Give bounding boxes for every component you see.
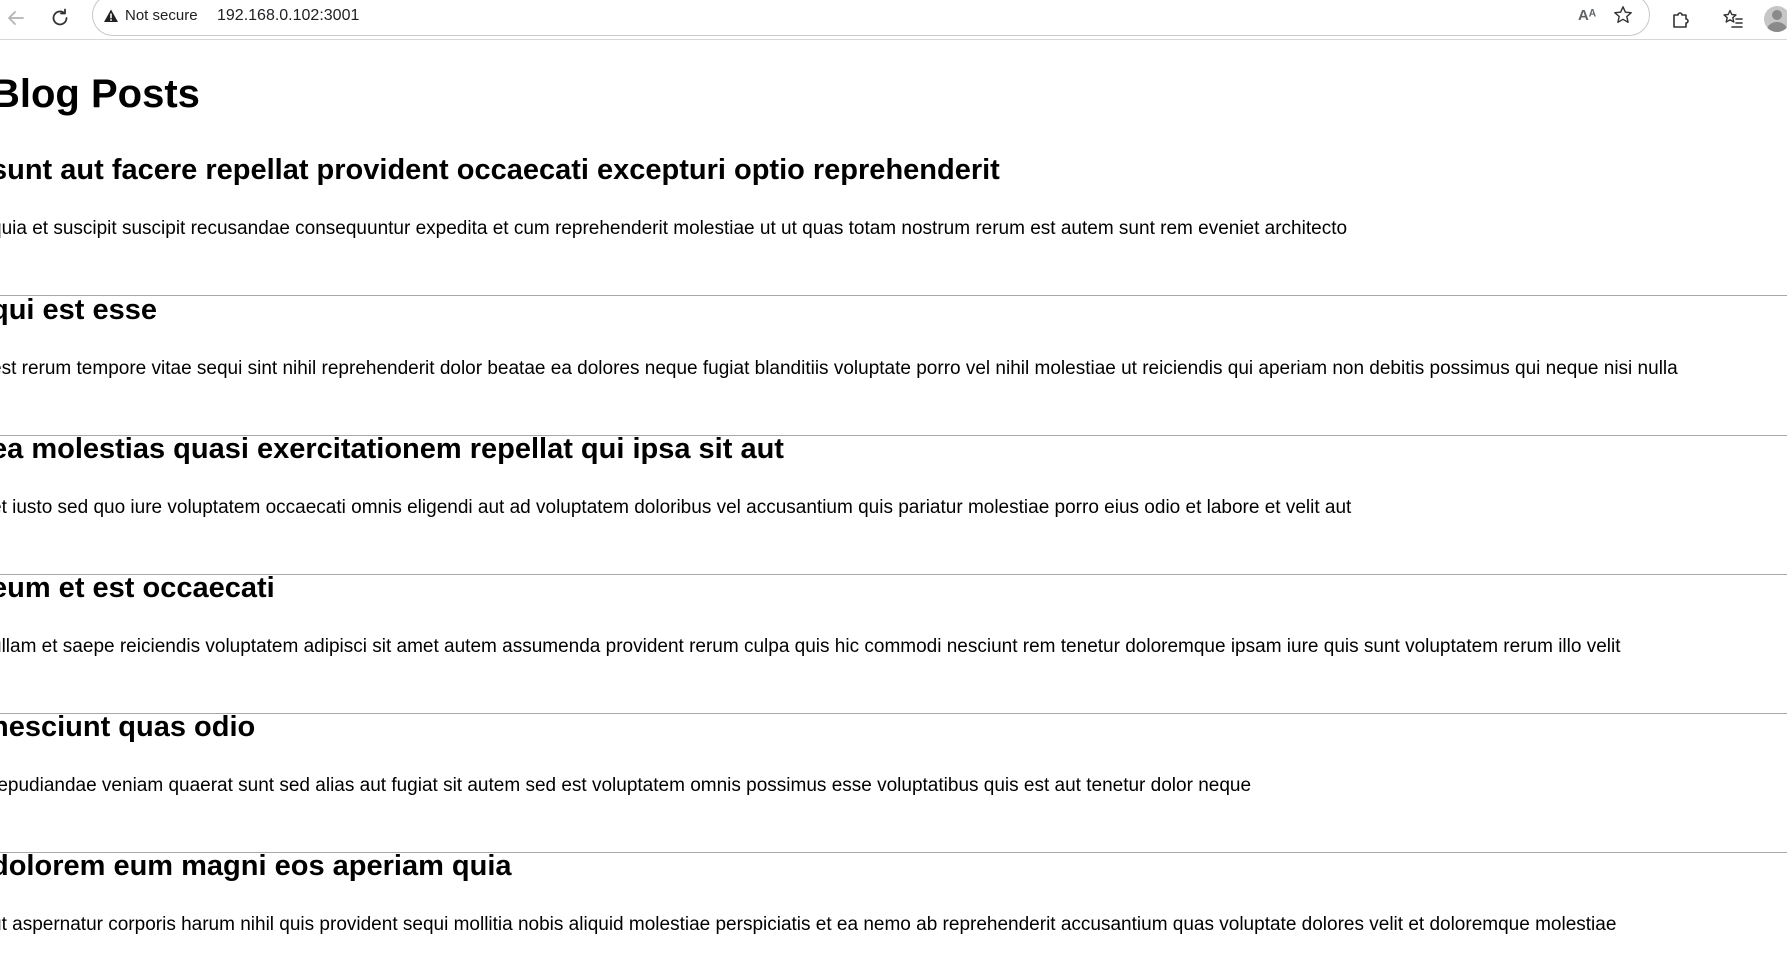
post-item: eum et est occaecati ullam et saepe reic…: [0, 574, 1787, 714]
post-item: qui est esse est rerum tempore vitae seq…: [0, 296, 1787, 436]
post-body: repudiandae veniam quaerat sunt sed alia…: [0, 775, 1252, 796]
page-content: Blog Posts sunt aut facere repellat prov…: [0, 40, 1787, 956]
star-icon: [1614, 6, 1632, 23]
profile-button[interactable]: [1762, 4, 1787, 34]
post-title: nesciunt quas odio: [0, 711, 256, 743]
arrow-left-icon: [8, 11, 24, 25]
security-label: Not secure: [125, 7, 198, 24]
post-body: quia et suscipit suscipit recusandae con…: [0, 218, 1348, 239]
post-item: dolorem eum magni eos aperiam quia ut as…: [0, 852, 1787, 956]
post-item: ea molestias quasi exercitationem repell…: [0, 435, 1787, 575]
post-title: eum et est occaecati: [0, 572, 275, 604]
warning-icon: [104, 9, 118, 22]
favorites-button[interactable]: [1718, 4, 1748, 34]
site-security-indicator[interactable]: Not secure: [103, 7, 198, 24]
extensions-button[interactable]: [1666, 4, 1696, 34]
post-item: nesciunt quas odio repudiandae veniam qu…: [0, 713, 1787, 853]
page-title: Blog Posts: [0, 72, 200, 116]
post-body: ullam et saepe reiciendis voluptatem adi…: [0, 636, 1621, 657]
post-title: ea molestias quasi exercitationem repell…: [0, 433, 784, 465]
back-button[interactable]: [2, 4, 30, 32]
post-item: sunt aut facere repellat provident occae…: [0, 156, 1787, 296]
avatar: [1764, 6, 1787, 32]
url-text[interactable]: 192.168.0.102:3001: [217, 7, 359, 25]
post-body: ut aspernatur corporis harum nihil quis …: [0, 914, 1617, 935]
post-body: et iusto sed quo iure voluptatem occaeca…: [0, 497, 1352, 518]
browser-toolbar: Not secure 192.168.0.102:3001 Aᴬ: [0, 0, 1787, 40]
read-aloud-icon: Aᴬ: [1577, 6, 1597, 24]
read-aloud-button[interactable]: Aᴬ: [1573, 1, 1601, 29]
post-title: qui est esse: [0, 294, 158, 326]
post-title: sunt aut facere repellat provident occae…: [0, 154, 1000, 186]
puzzle-icon: [1673, 12, 1689, 28]
post-body: est rerum tempore vitae sequi sint nihil…: [0, 358, 1678, 379]
reload-icon: [52, 8, 68, 26]
post-title: dolorem eum magni eos aperiam quia: [0, 850, 512, 882]
address-bar[interactable]: Not secure 192.168.0.102:3001 Aᴬ: [92, 0, 1650, 36]
favorite-star-button[interactable]: [1609, 1, 1637, 29]
favorites-list-icon: [1723, 9, 1743, 28]
reload-button[interactable]: [46, 4, 74, 32]
